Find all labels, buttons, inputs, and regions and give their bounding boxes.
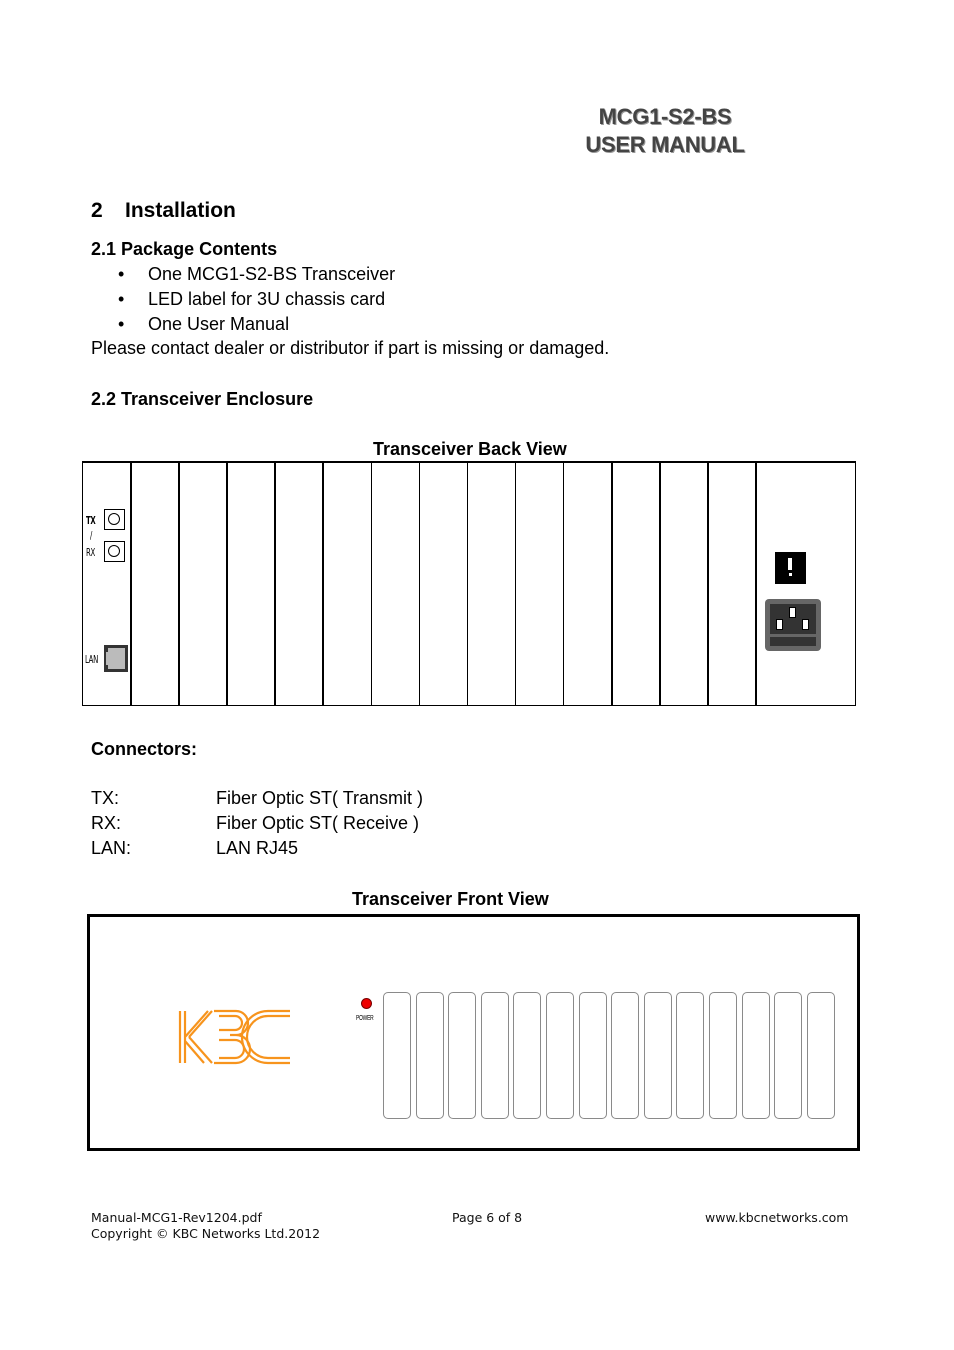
connector-row-tx: TX: Fiber Optic ST( Transmit ) [91,786,423,811]
slot-divider [370,463,372,705]
document-title: MCG1-S2-BS USER MANUAL [560,103,770,159]
card-slot [676,992,705,1119]
connectors-heading: Connectors: [91,739,198,759]
slot-divider [178,463,180,705]
footer-page-number: Page 6 of 8 [452,1210,523,1225]
card-slot [513,992,542,1119]
card-slot [774,992,803,1119]
card-slot [383,992,411,1119]
lan-label: LAN [85,653,98,666]
subsection-enclosure-heading: 2.2 Transceiver Enclosure [91,389,314,409]
footer-website: www.kbcnetworks.com [705,1210,849,1225]
connector-row-lan: LAN: LAN RJ45 [91,836,298,861]
warning-icon [775,552,806,584]
card-slot [578,992,607,1119]
slot-divider [755,463,757,705]
power-led-icon [361,998,372,1009]
power-label: POWER [356,1015,374,1022]
connector-row-rx: RX: Fiber Optic ST( Receive ) [91,811,419,836]
subsection-package-contents-heading: 2.1 Package Contents [91,239,278,259]
package-note: Please contact dealer or distributor if … [91,338,610,358]
card-slot [480,992,509,1119]
slot-divider [707,463,709,705]
tx-rx-separator: / [90,529,92,542]
slot-divider [562,463,565,705]
connector-value: Fiber Optic ST( Receive ) [216,813,420,833]
slot-divider [274,463,276,705]
card-slot [709,992,737,1119]
list-item: One User Manual [116,312,395,337]
rx-label: RX [86,546,95,559]
connector-key: LAN: [91,838,132,858]
card-slot [741,992,770,1119]
section-title: Installation [125,199,236,222]
list-item: LED label for 3U chassis card [116,287,395,312]
list-item: One MCG1-S2-BS Transceiver [116,262,395,287]
back-view-caption: Transceiver Back View [373,439,567,459]
kbc-logo-icon [178,1009,290,1065]
slot-divider [322,463,324,705]
footer-filename: Manual-MCG1-Rev1204.pdf [91,1210,262,1225]
tx-label: TX [86,514,96,527]
document-title-subtitle: USER MANUAL [585,132,745,157]
footer-left: Manual-MCG1-Rev1204.pdf Copyright © KBC … [91,1210,320,1242]
rj45-port-icon [104,645,128,672]
tx-fiber-st-port-icon [104,509,125,530]
front-view-caption: Transceiver Front View [352,889,549,909]
document-title-model: MCG1-S2-BS [598,104,732,129]
card-slot [415,992,444,1119]
connector-key: RX: [91,813,122,833]
section-heading: 2 Installation [91,199,236,223]
slot-divider [130,463,132,705]
iec-power-inlet-icon [765,599,821,651]
front-view-diagram: POWER [87,914,860,1151]
slot-divider [514,463,517,705]
connector-value: Fiber Optic ST( Transmit ) [216,788,424,808]
slot-divider [659,463,661,705]
rx-fiber-st-port-icon [104,541,125,562]
package-contents-list: One MCG1-S2-BS Transceiver LED label for… [116,262,395,337]
slot-divider [611,463,613,705]
section-number: 2 [91,199,103,222]
connector-key: TX: [91,788,120,808]
card-slot [643,992,672,1119]
connector-value: LAN RJ45 [216,838,299,858]
card-slot [611,992,640,1119]
card-slot [546,992,574,1119]
footer-copyright: Copyright © KBC Networks Ltd.2012 [91,1226,321,1241]
slot-divider [418,463,421,705]
back-view-diagram: TX / RX LAN [82,461,856,706]
slot-divider [466,463,469,705]
card-slot [448,992,477,1119]
slot-divider [226,463,228,705]
card-slot [806,992,835,1119]
